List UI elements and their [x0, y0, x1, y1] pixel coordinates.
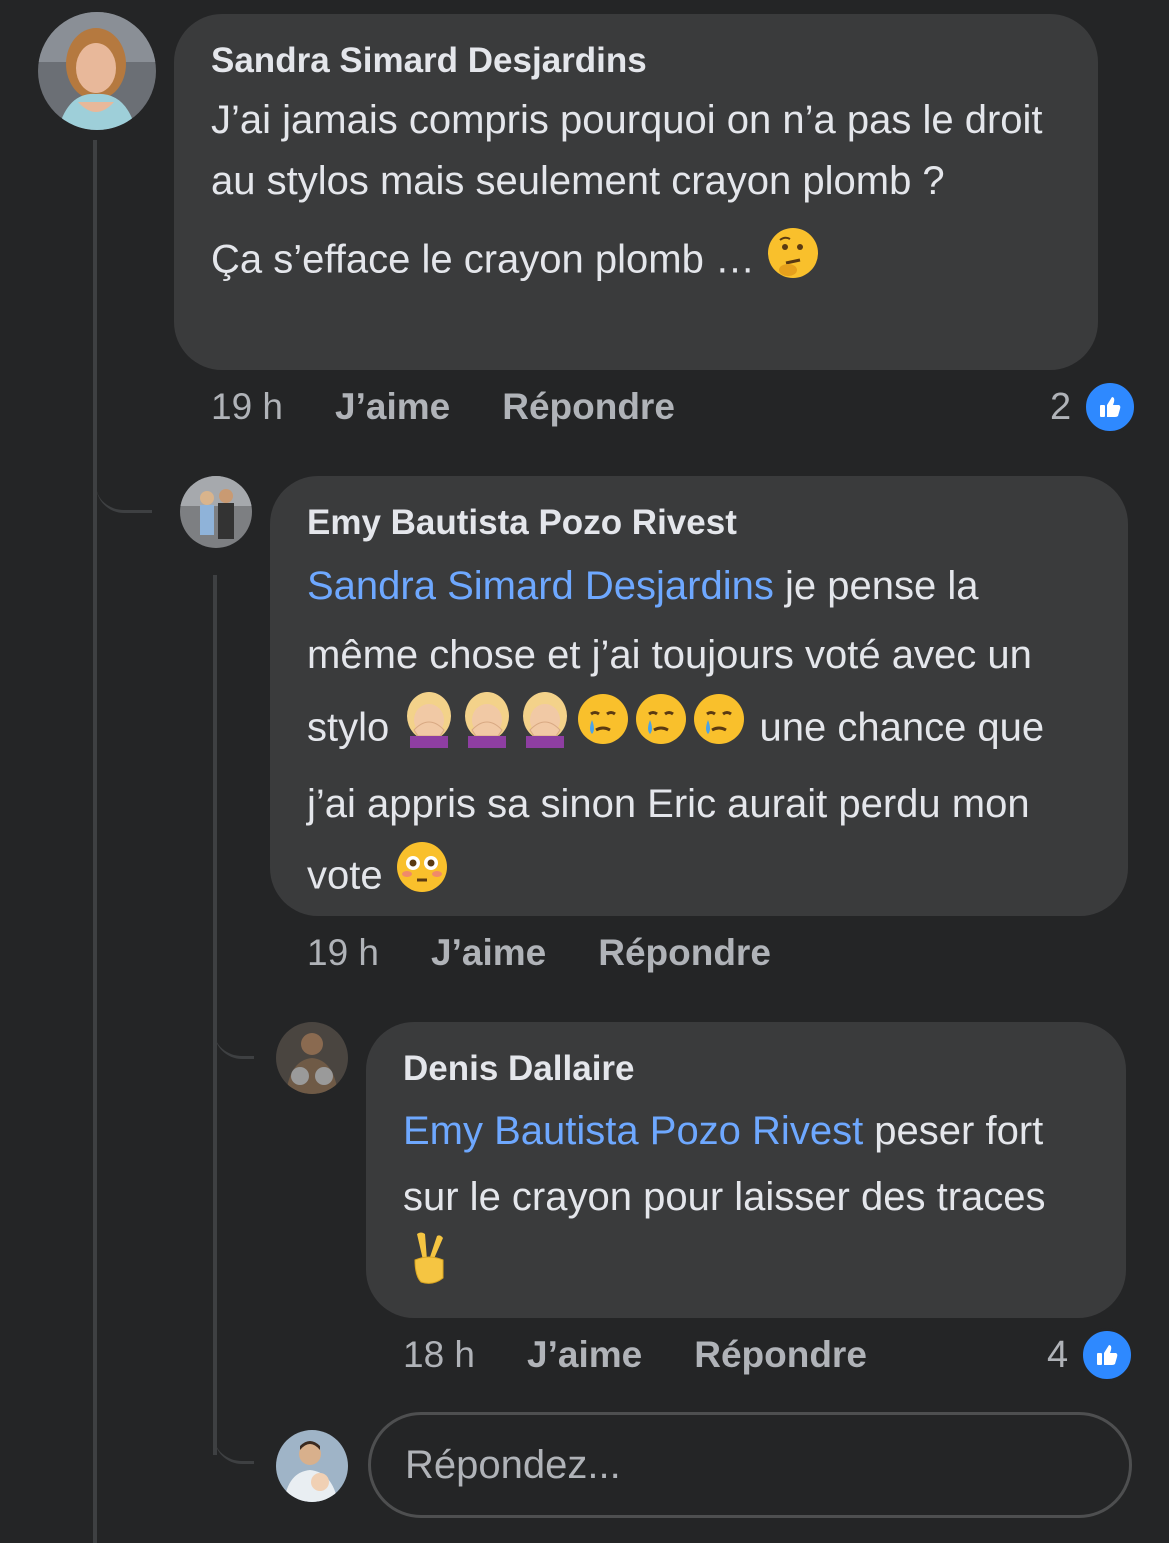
face-palm-icon [458, 690, 516, 770]
victory-hand-icon [403, 1230, 455, 1308]
timestamp[interactable]: 18 h [403, 1334, 475, 1376]
comment-bubble-emy[interactable]: Emy Bautista Pozo Rivest Sandra Simard D… [270, 476, 1128, 916]
reply-button[interactable]: Répondre [502, 386, 675, 428]
face-palm-icon [400, 690, 458, 770]
reply-button[interactable]: Répondre [694, 1334, 867, 1376]
reply-button[interactable]: Répondre [598, 932, 771, 974]
comment-bubble-sandra[interactable]: Sandra Simard Desjardins J’ai jamais com… [174, 14, 1098, 370]
comment-text-line: Ça s’efface le crayon plomb … [211, 237, 755, 282]
avatar-current-user [276, 1430, 348, 1502]
crying-face-icon [690, 690, 748, 770]
avatar-denis[interactable] [276, 1022, 348, 1094]
mention-link[interactable]: Emy Bautista Pozo Rivest [403, 1109, 863, 1153]
thread-elbow-3 [214, 1405, 254, 1464]
face-palm-icon [516, 690, 574, 770]
thinking-face-icon [766, 226, 820, 298]
flushed-face-icon [394, 839, 450, 917]
comment-text: Emy Bautista Pozo Rivest peser fort sur … [403, 1098, 1103, 1308]
avatar-sandra[interactable] [38, 12, 156, 130]
crying-face-icon [632, 690, 690, 770]
comment-text-second: Ça s’efface le crayon plomb … [211, 226, 1062, 298]
thumbs-up-icon [1080, 1328, 1135, 1382]
timestamp[interactable]: 19 h [307, 932, 379, 974]
comment-text: J’ai jamais compris pourquoi on n’a pas … [211, 98, 1043, 203]
comment-author[interactable]: Sandra Simard Desjardins [211, 40, 1062, 82]
reaction-count: 2 [1050, 385, 1072, 428]
comment-actions: 19 h J’aime Répondre [211, 386, 675, 428]
comment-author[interactable]: Emy Bautista Pozo Rivest [307, 502, 1092, 544]
thread-line-main [93, 140, 97, 1543]
mention-link[interactable]: Sandra Simard Desjardins [307, 564, 774, 608]
thumbs-up-icon [1083, 380, 1138, 434]
like-button[interactable]: J’aime [527, 1334, 642, 1376]
reaction-count: 4 [1047, 1333, 1069, 1376]
thread-elbow-1 [96, 440, 152, 513]
crying-face-icon [574, 690, 632, 770]
thread-elbow-2 [214, 1000, 254, 1059]
reaction-summary[interactable]: 4 [1047, 1328, 1135, 1382]
reply-placeholder: Répondez... [405, 1442, 621, 1487]
comment-actions: 19 h J’aime Répondre [307, 932, 771, 974]
reply-input[interactable]: Répondez... [368, 1412, 1132, 1518]
comment-bubble-denis[interactable]: Denis Dallaire Emy Bautista Pozo Rivest … [366, 1022, 1126, 1318]
timestamp[interactable]: 19 h [211, 386, 283, 428]
reaction-summary[interactable]: 2 [1050, 380, 1138, 434]
comment-author[interactable]: Denis Dallaire [403, 1048, 1090, 1090]
avatar-emy[interactable] [180, 476, 252, 548]
comment-actions: 18 h J’aime Répondre [403, 1334, 867, 1376]
like-button[interactable]: J’aime [335, 386, 450, 428]
like-button[interactable]: J’aime [431, 932, 546, 974]
comment-text: Sandra Simard Desjardins je pense la mêm… [307, 552, 1097, 917]
